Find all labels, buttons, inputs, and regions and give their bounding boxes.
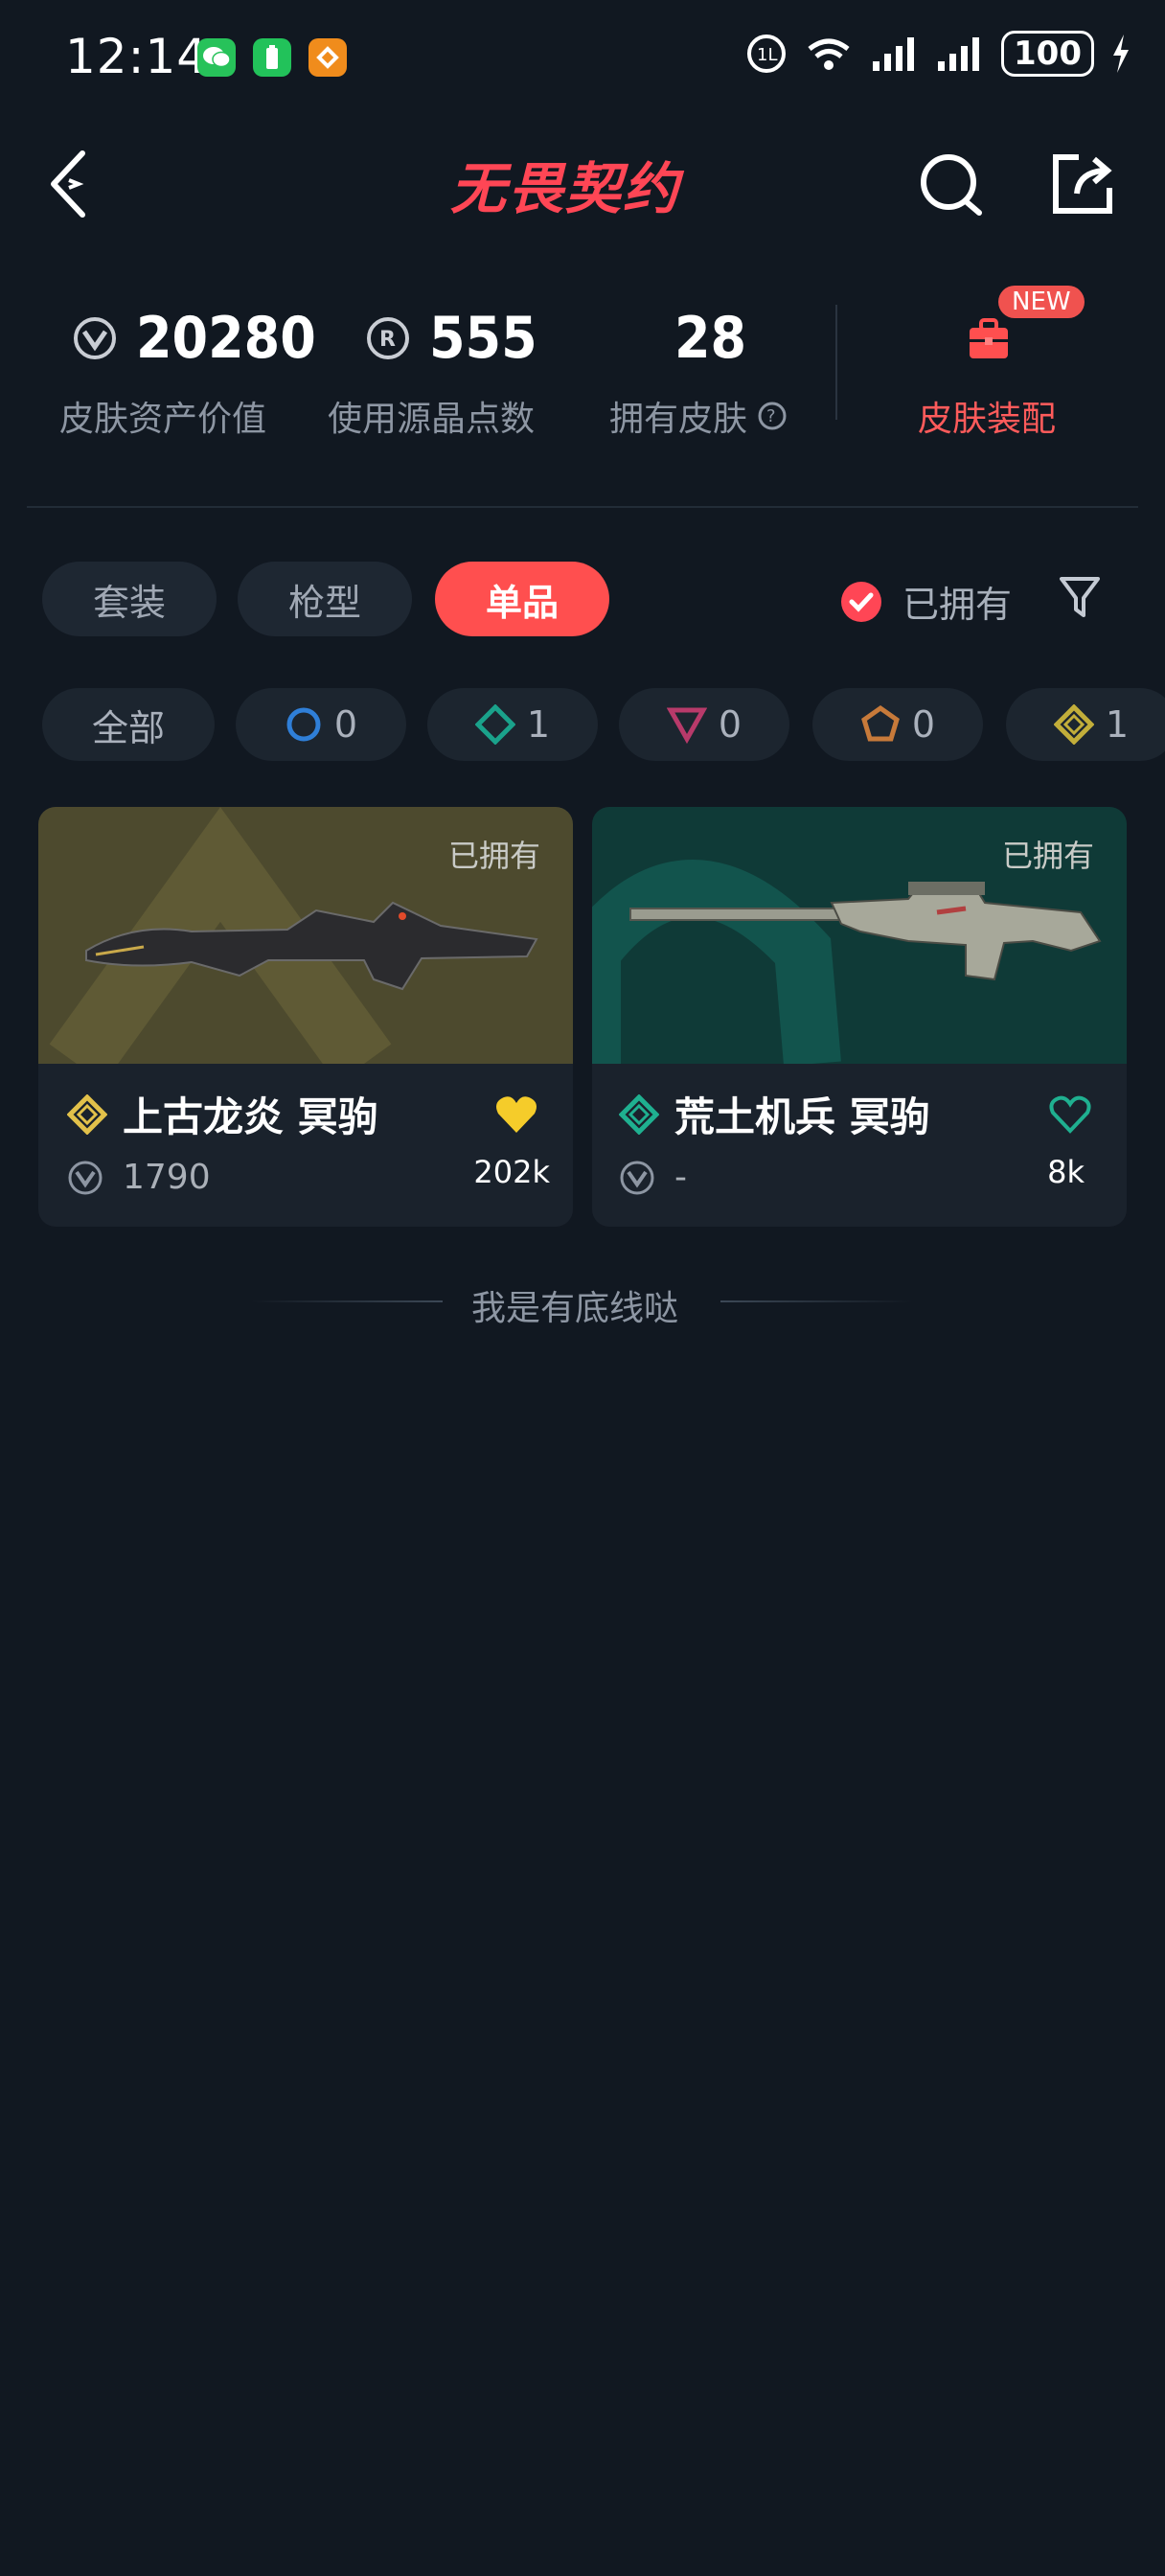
skin-name: 上古龙炎 冥驹	[123, 1093, 378, 1140]
status-time: 12:14	[65, 29, 209, 84]
stats-divider	[835, 305, 837, 420]
skin-price: -	[674, 1158, 687, 1197]
status-right: 1L 100	[746, 31, 1131, 77]
battery-app-icon	[253, 38, 291, 77]
heart-outline-icon	[1049, 1095, 1091, 1134]
rifle-image	[85, 901, 538, 991]
app-notification-icon	[308, 38, 347, 77]
hd-call-icon: 1L	[747, 34, 787, 73]
charging-icon	[1113, 34, 1129, 73]
owned-filter-toggle[interactable]: 已拥有	[839, 575, 1012, 628]
like-button[interactable]	[494, 1094, 538, 1138]
rifle-image	[629, 882, 1102, 981]
asset-value-stat: 20280	[73, 305, 316, 372]
skin-card[interactable]: 已拥有 荒土机兵 冥驹 - 8k	[592, 807, 1127, 1227]
battery-level: 100	[1001, 31, 1094, 77]
filter-button[interactable]	[1058, 575, 1102, 625]
tier-chip-exclusive[interactable]: 0	[812, 688, 983, 761]
asset-value: 20280	[136, 305, 316, 372]
tier-count: 1	[1105, 703, 1130, 746]
skin-price-row: 1790	[67, 1158, 211, 1197]
tier-count: 0	[333, 703, 358, 746]
skin-image: 已拥有	[592, 807, 1127, 1064]
search-button[interactable]	[918, 151, 985, 218]
svg-text:1L: 1L	[757, 45, 777, 65]
back-icon	[51, 150, 85, 218]
skin-card[interactable]: 已拥有 上古龙炎 冥驹 1790 202k	[38, 807, 573, 1227]
valorant-points-icon	[74, 317, 116, 359]
svg-text:R: R	[379, 328, 396, 352]
tab-single-item[interactable]: 单品	[435, 562, 609, 636]
footer-divider-left	[251, 1300, 443, 1302]
like-count: 8k	[1047, 1154, 1085, 1190]
tab-set[interactable]: 套装	[42, 562, 217, 636]
help-icon[interactable]: ?	[757, 401, 788, 431]
footer-divider-right	[720, 1300, 912, 1302]
tier-chip-all[interactable]: 全部	[42, 688, 215, 761]
like-count: 202k	[473, 1154, 550, 1190]
deluxe-tier-icon	[474, 704, 515, 745]
owned-skins-count: 28	[674, 305, 747, 372]
deluxe-tier-icon	[619, 1093, 659, 1135]
skin-name: 荒土机兵 冥驹	[674, 1093, 930, 1140]
share-button[interactable]	[1050, 151, 1117, 218]
tier-chip-premium[interactable]: 0	[619, 688, 789, 761]
skin-price: 1790	[123, 1158, 211, 1197]
wifi-icon	[808, 38, 850, 70]
owned-filter-label: 已拥有	[902, 584, 1013, 626]
signal-icon-2	[938, 37, 980, 71]
skin-price-row: -	[619, 1158, 687, 1197]
tier-chip-deluxe[interactable]: 1	[427, 688, 598, 761]
owned-tag: 已拥有	[447, 838, 540, 874]
exclusive-tier-icon	[860, 704, 900, 742]
tier-count: 0	[911, 703, 936, 746]
heart-filled-icon	[496, 1096, 537, 1133]
owned-skins-label-row[interactable]: 拥有皮肤 ?	[609, 391, 788, 441]
end-of-list-text: 我是有底线哒	[471, 1289, 679, 1328]
radianite-points: 555	[429, 305, 537, 372]
tier-count: 1	[526, 703, 551, 746]
skin-image: 已拥有	[38, 807, 573, 1064]
radianite-label: 使用源晶点数	[328, 400, 536, 439]
tier-count: 0	[718, 703, 742, 746]
skin-title-row: 上古龙炎 冥驹	[67, 1085, 378, 1143]
new-badge: NEW	[998, 286, 1085, 318]
asset-value-label: 皮肤资产价值	[59, 400, 267, 439]
owned-tag: 已拥有	[1001, 838, 1094, 874]
radianite-stat: R 555	[366, 305, 537, 372]
page-title: 无畏契约	[450, 156, 681, 221]
back-button[interactable]	[44, 146, 102, 222]
signal-icon	[873, 37, 915, 71]
like-button[interactable]	[1048, 1094, 1092, 1138]
valorant-points-icon	[620, 1161, 654, 1194]
stats-separator	[27, 506, 1138, 508]
checkbox-checked-icon	[841, 581, 881, 622]
ultra-tier-icon	[67, 1093, 107, 1135]
backpack-icon	[970, 318, 1008, 358]
tier-chip-select[interactable]: 0	[236, 688, 406, 761]
valorant-points-icon	[68, 1161, 103, 1194]
skin-equip-label: 皮肤装配	[918, 400, 1057, 439]
radianite-icon: R	[367, 317, 409, 359]
wechat-icon	[197, 38, 236, 77]
skin-title-row: 荒土机兵 冥驹	[619, 1085, 930, 1143]
skin-equip-button[interactable]: NEW 皮肤装配	[901, 278, 1085, 441]
owned-skins-label: 拥有皮肤	[609, 400, 748, 439]
notification-icons	[197, 38, 347, 77]
search-icon	[921, 154, 982, 216]
tier-chip-ultra[interactable]: 1	[1006, 688, 1165, 761]
select-tier-icon	[286, 707, 321, 742]
filter-icon	[1060, 577, 1100, 617]
ultra-tier-icon	[1053, 704, 1094, 745]
premium-tier-icon	[666, 707, 707, 745]
svg-text:?: ?	[766, 406, 776, 426]
tab-weapon-type[interactable]: 枪型	[238, 562, 412, 636]
share-icon	[1053, 154, 1112, 214]
